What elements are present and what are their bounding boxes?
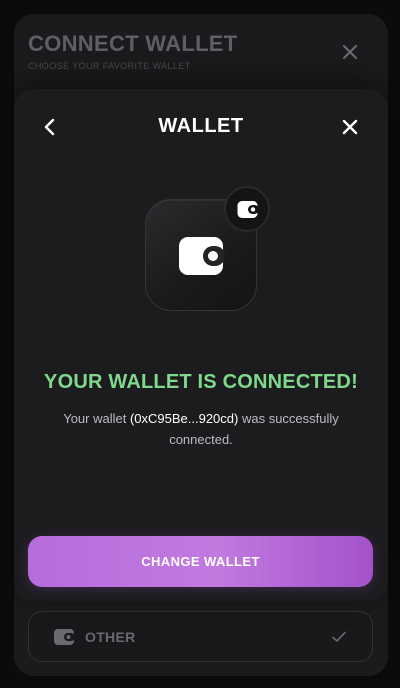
wallet-option-label: OTHER bbox=[85, 629, 136, 645]
status-message: Your wallet (0xC95Be...920cd) was succes… bbox=[54, 408, 348, 450]
close-button[interactable] bbox=[336, 113, 364, 141]
close-icon bbox=[342, 119, 358, 135]
status-prefix: Your wallet bbox=[63, 411, 130, 426]
wallet-icon bbox=[237, 201, 259, 218]
wallet-option-other[interactable]: OTHER bbox=[28, 611, 373, 662]
close-icon bbox=[342, 44, 358, 60]
wallet-icon bbox=[179, 237, 225, 275]
sheet-close-button[interactable] bbox=[336, 38, 364, 66]
sheet-subtitle: CHOOSE YOUR FAVORITE WALLET bbox=[28, 61, 191, 71]
status-heading: YOUR WALLET IS CONNECTED! bbox=[44, 371, 358, 393]
sheet-title: CONNECT WALLET bbox=[28, 31, 238, 56]
wallet-address: (0xC95Be...920cd) bbox=[129, 411, 239, 426]
check-icon bbox=[332, 631, 346, 642]
change-wallet-button[interactable]: CHANGE WALLET bbox=[28, 536, 373, 587]
wallet-modal: WALLET YOUR WALLET IS CONNECTED! Your wa… bbox=[14, 89, 388, 601]
wallet-icon bbox=[54, 629, 75, 645]
modal-title: WALLET bbox=[158, 115, 244, 137]
wallet-badge bbox=[224, 186, 270, 232]
